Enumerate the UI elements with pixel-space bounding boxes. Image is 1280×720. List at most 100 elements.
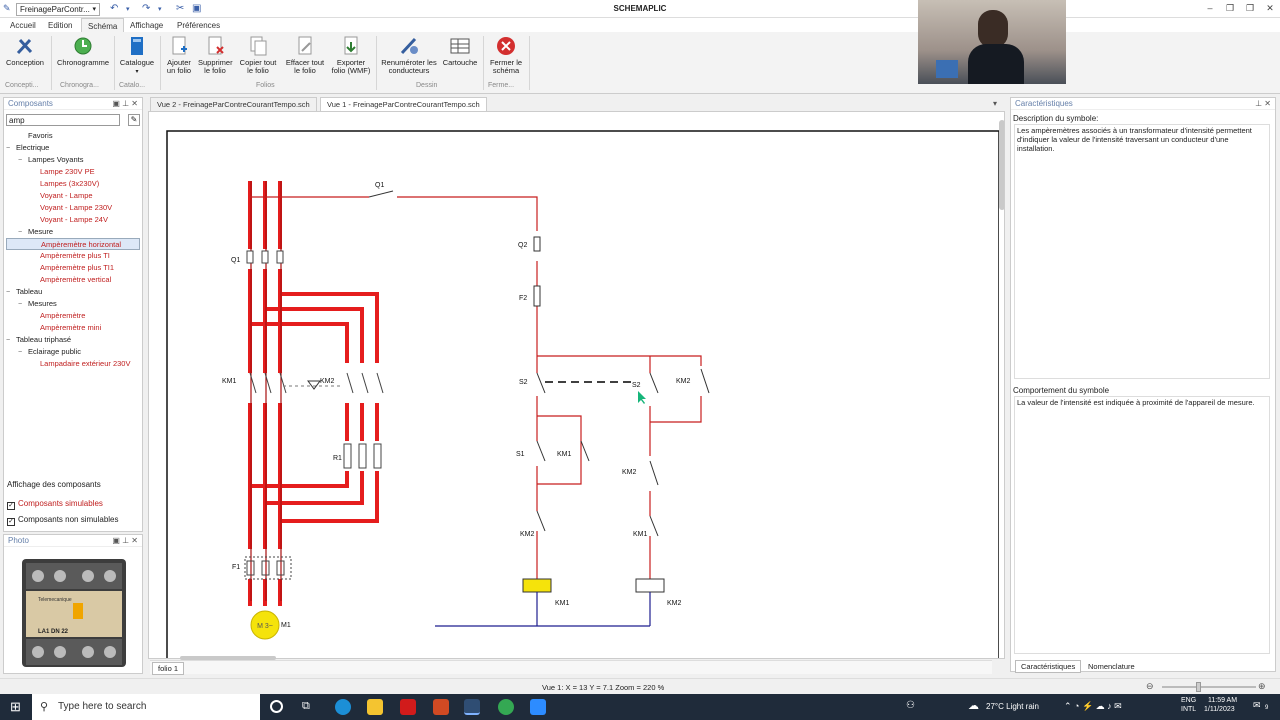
tree-item[interactable]: Ampèremètre plus TI	[6, 250, 140, 262]
tab-vue-1[interactable]: Vue 1 - FreinageParContreCourantTempo.sc…	[320, 97, 487, 111]
taskbar-search[interactable]: ⚲ Type here to search	[32, 694, 260, 720]
label-q1-control: Q1	[375, 182, 384, 189]
folio-tab[interactable]: folio 1	[152, 662, 185, 675]
file-explorer-icon[interactable]	[367, 699, 383, 715]
cartouche-button[interactable]: Cartouche	[441, 36, 479, 67]
tree-item-label: Lampes (3x230V)	[40, 179, 100, 188]
tree-item[interactable]: − Lampes Voyants	[6, 154, 140, 166]
label-coil-km1: KM1	[555, 600, 570, 607]
view-dropdown-icon[interactable]: ▾	[993, 99, 997, 108]
label-s2-left: S2	[519, 379, 528, 386]
powerpoint-icon[interactable]	[433, 699, 449, 715]
tree-item[interactable]: Ampèremètre mini	[6, 322, 140, 334]
restore-app-icon[interactable]: ❐	[1242, 3, 1258, 15]
collapse-icon[interactable]: −	[6, 287, 16, 299]
copy-folio-icon	[250, 36, 267, 56]
tree-item[interactable]: Ampèremètre horizontal	[6, 238, 140, 250]
tab-nomenclature[interactable]: Nomenclature	[1083, 660, 1140, 673]
add-folio-button[interactable]: Ajouter un folio	[162, 36, 196, 75]
cartouche-icon	[450, 38, 470, 54]
delete-folio-button[interactable]: Supprimer le folio	[198, 36, 233, 75]
tree-item-label: Tableau	[16, 287, 43, 296]
tree-item[interactable]: − Tableau triphasé	[6, 334, 140, 346]
weather-text: 27°C Light rain	[986, 702, 1040, 711]
chk-non-simulables[interactable]: ✓ Composants non simulables	[7, 515, 119, 526]
collapse-icon[interactable]: −	[18, 299, 28, 311]
windows-start-icon[interactable]: ⊞	[10, 700, 21, 713]
component-search-input[interactable]: amp	[6, 114, 120, 126]
tree-item-label: Lampadaire extérieur 230V	[40, 359, 131, 368]
label-q1-power: Q1	[231, 257, 240, 264]
collapse-icon[interactable]: −	[6, 335, 16, 347]
tree-item[interactable]: − Eclairage public	[6, 346, 140, 358]
chk-simulables[interactable]: ✓ Composants simulables	[7, 499, 103, 510]
lang-label[interactable]: ENG	[1181, 697, 1196, 704]
clear-search-icon[interactable]: ✎	[128, 114, 140, 126]
horizontal-scrollbar[interactable]	[180, 656, 276, 660]
tree-item[interactable]: − Mesure	[6, 226, 140, 238]
zoom-thumb[interactable]	[1196, 682, 1201, 692]
acrobat-icon[interactable]	[400, 699, 416, 715]
schematic-canvas[interactable]: M 3~ Q1 Q1 KM1 KM2 R1 F1 M1 Q2 F2 S2 S2 …	[149, 112, 999, 659]
lang2-label[interactable]: INTL	[1181, 706, 1196, 713]
close-app-icon[interactable]: ✕	[1262, 3, 1278, 15]
zoom-out-icon[interactable]: ⊖	[1146, 681, 1154, 692]
tree-item-label: Tableau triphasé	[16, 335, 72, 344]
schematic-view[interactable]: M 3~ Q1 Q1 KM1 KM2 R1 F1 M1 Q2 F2 S2 S2 …	[148, 111, 1005, 659]
zoom-app-icon[interactable]	[530, 699, 546, 715]
export-folio-button[interactable]: Exporter folio (WMF)	[330, 36, 372, 75]
tab-edition[interactable]: Edition	[42, 20, 78, 31]
tab-characteristics[interactable]: Caractéristiques	[1015, 660, 1082, 673]
tree-item-label: Ampèremètre vertical	[40, 275, 112, 284]
tree-item[interactable]: Lampadaire extérieur 230V	[6, 358, 140, 370]
tray-icons[interactable]: ⌃ ◔ ⚡ ☁ ♪ ✉	[1064, 701, 1122, 712]
vertical-scrollbar[interactable]	[999, 120, 1004, 210]
tree-item[interactable]: Lampes (3x230V)	[6, 178, 140, 190]
tree-item[interactable]: Voyant - Lampe	[6, 190, 140, 202]
clock-time[interactable]: 11:59 AM	[1208, 697, 1237, 704]
tab-preferences[interactable]: Préférences	[171, 20, 226, 31]
renumber-button[interactable]: Renuméroter les conducteurs	[379, 36, 439, 75]
menu-tabs: Accueil Edition Schéma Affichage Préfére…	[0, 18, 1280, 32]
restore-icon[interactable]: ❐	[1222, 3, 1238, 15]
tree-item[interactable]: − Electrique	[6, 142, 140, 154]
tree-item-label: Electrique	[16, 143, 50, 152]
tab-accueil[interactable]: Accueil	[4, 20, 42, 31]
chrome-icon[interactable]	[498, 699, 514, 715]
tree-item[interactable]: Favoris	[6, 130, 140, 142]
tree-item[interactable]: − Tableau	[6, 286, 140, 298]
collapse-icon[interactable]: −	[6, 143, 16, 155]
tab-schema[interactable]: Schéma	[81, 18, 125, 32]
task-view-icon[interactable]: ⧉	[302, 700, 310, 713]
close-schema-button[interactable]: Fermer le schéma	[486, 36, 526, 75]
minimize-icon[interactable]: –	[1202, 3, 1218, 15]
tab-vue-2[interactable]: Vue 2 - FreinageParContreCourantTempo.sc…	[150, 97, 317, 111]
collapse-icon[interactable]: −	[18, 227, 28, 239]
zoom-in-icon[interactable]: ⊕	[1258, 681, 1266, 692]
tab-affichage[interactable]: Affichage	[124, 20, 169, 31]
tree-item[interactable]: − Mesures	[6, 298, 140, 310]
tree-item[interactable]: Ampèremètre	[6, 310, 140, 322]
tree-item[interactable]: Lampe 230V PE	[6, 166, 140, 178]
conception-button[interactable]: Conception	[4, 36, 46, 67]
clear-folio-button[interactable]: Effacer tout le folio	[283, 36, 327, 75]
collapse-icon[interactable]: −	[18, 155, 28, 167]
chronogramme-button[interactable]: Chronogramme	[56, 36, 110, 67]
clock-date[interactable]: 1/11/2023	[1204, 706, 1235, 713]
cortana-icon[interactable]	[270, 700, 283, 713]
tree-item[interactable]: Voyant - Lampe 230V	[6, 202, 140, 214]
edge-icon[interactable]	[335, 699, 351, 715]
copy-folio-button[interactable]: Copier tout le folio	[238, 36, 278, 75]
checkbox-checked-icon: ✓	[7, 518, 15, 526]
zoom-slider[interactable]	[1162, 686, 1256, 688]
label-s1: S1	[516, 451, 525, 458]
tree-item[interactable]: Voyant - Lampe 24V	[6, 214, 140, 226]
notification-icon[interactable]: ✉	[1253, 700, 1261, 711]
people-icon[interactable]: ⚇	[906, 700, 915, 711]
catalogue-button[interactable]: Catalogue ▾	[118, 36, 156, 76]
schemaplic-taskbar-icon[interactable]	[464, 699, 480, 715]
tree-item[interactable]: Ampèremètre plus TI1	[6, 262, 140, 274]
tree-item[interactable]: Ampèremètre vertical	[6, 274, 140, 286]
collapse-icon[interactable]: −	[18, 347, 28, 359]
group-fermer: Ferme...	[488, 82, 515, 89]
